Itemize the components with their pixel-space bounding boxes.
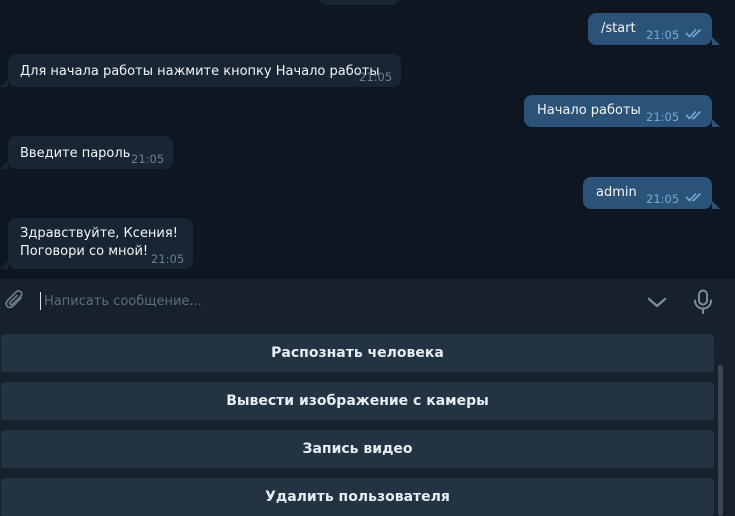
message-incoming[interactable]: Здравствуйте, Ксения! Поговори со мной! … — [8, 218, 193, 269]
message-text: admin — [596, 185, 637, 200]
message-text: Введите пароль — [20, 146, 131, 161]
bubble-tail — [0, 161, 8, 169]
message-text: /start — [601, 21, 636, 36]
reply-keyboard: Распознать человека Вывести изображение … — [0, 327, 735, 516]
message-outgoing[interactable]: /start 21:05 — [588, 13, 712, 45]
message-time: 21:05 — [359, 70, 393, 84]
bubble-tail — [712, 37, 720, 45]
keyboard-scrollbar[interactable] — [718, 365, 723, 516]
double-check-icon — [685, 28, 702, 38]
message-time: 21:05 — [646, 192, 680, 206]
chat-history: /start 21:05 Для начала работы нажмите к… — [0, 0, 735, 279]
double-check-icon — [685, 110, 702, 120]
microphone-icon[interactable] — [692, 289, 714, 315]
bubble-tail — [712, 119, 720, 127]
message-incoming[interactable]: Для начала работы нажмите кнопку Начало … — [8, 54, 401, 87]
message-time: 21:05 — [646, 28, 680, 42]
message-outgoing[interactable]: Начало работы 21:05 — [524, 95, 712, 127]
keyboard-button-recognize[interactable]: Распознать человека — [1, 334, 714, 372]
double-check-icon — [685, 192, 702, 202]
keyboard-button-record-video[interactable]: Запись видео — [1, 430, 714, 468]
message-text: Для начала работы нажмите кнопку Начало … — [20, 64, 380, 79]
message-bubble-partial — [318, 0, 400, 5]
message-text-line: Поговори со мной! — [20, 244, 149, 259]
message-incoming[interactable]: Введите пароль 21:05 — [8, 136, 173, 169]
paperclip-icon[interactable] — [4, 289, 26, 313]
message-outgoing[interactable]: admin 21:05 — [583, 177, 712, 209]
chevron-down-icon[interactable] — [644, 291, 670, 313]
message-time: 21:05 — [131, 152, 165, 166]
bubble-tail — [0, 79, 8, 87]
bubble-tail — [712, 201, 720, 209]
message-text: Начало работы — [537, 103, 641, 118]
message-time: 21:05 — [646, 110, 680, 124]
message-input[interactable]: Написать сообщение... — [44, 294, 202, 309]
message-composer: Написать сообщение... — [0, 279, 735, 327]
keyboard-button-delete-user[interactable]: Удалить пользователя — [1, 478, 714, 516]
message-time: 21:05 — [151, 252, 185, 266]
message-text-line: Здравствуйте, Ксения! — [20, 226, 178, 241]
bubble-tail — [0, 261, 8, 269]
text-caret — [40, 292, 41, 310]
keyboard-button-camera[interactable]: Вывести изображение с камеры — [1, 382, 714, 420]
